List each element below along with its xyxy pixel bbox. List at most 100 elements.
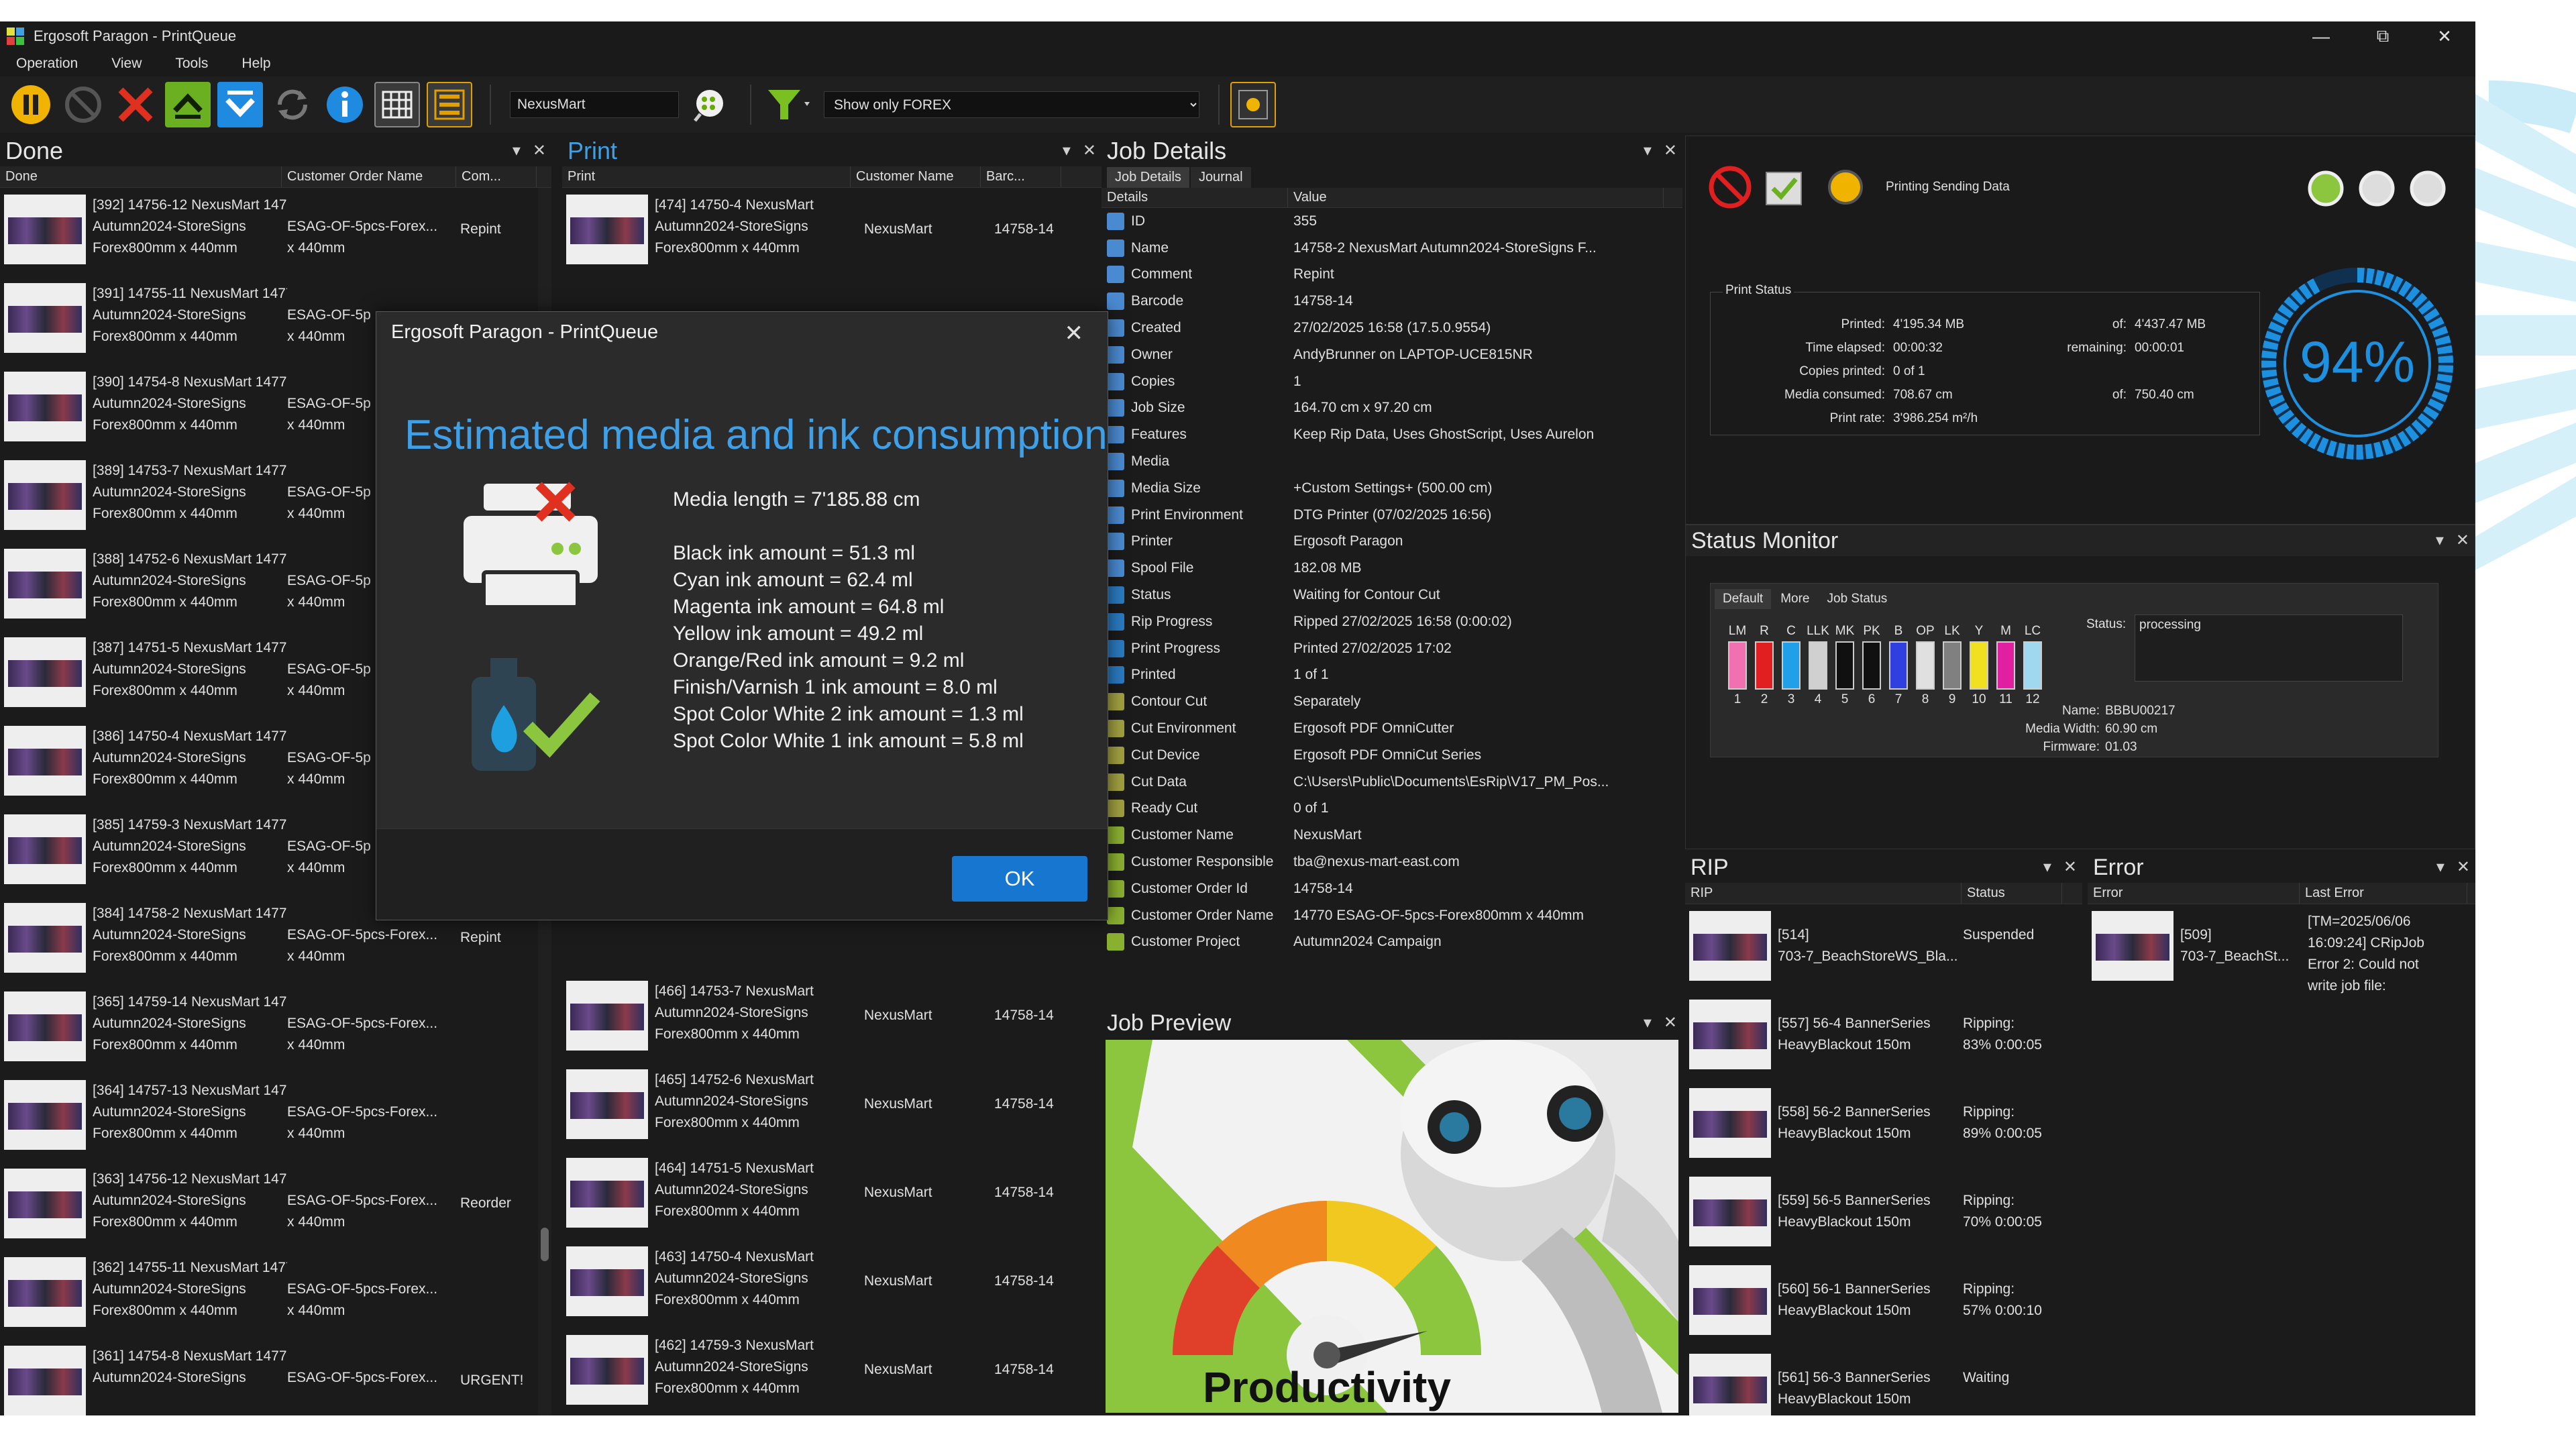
panel-menu-icon[interactable]: ▾ <box>1644 141 1652 160</box>
refresh-button[interactable] <box>270 82 315 127</box>
tab-more[interactable]: More <box>1772 589 1818 609</box>
print-row[interactable]: [463] 14750-4 NexusMart Autumn2024-StoreS… <box>562 1240 1102 1328</box>
col-rip[interactable]: RIP <box>1685 883 1962 904</box>
detail-row[interactable]: Contour Cut Separately <box>1102 688 1682 715</box>
panel-menu-icon[interactable]: ▾ <box>1644 1013 1652 1032</box>
rip-row[interactable]: [559] 56-5 BannerSeries HeavyBlackout 150… <box>1685 1170 2082 1258</box>
col-error[interactable]: Error <box>2088 883 2300 904</box>
panel-close-icon[interactable]: ✕ <box>1083 141 1096 160</box>
panel-menu-icon[interactable]: ▾ <box>513 141 521 160</box>
panel-menu-icon[interactable]: ▾ <box>2436 857 2445 877</box>
delete-button[interactable] <box>113 82 158 127</box>
done-row[interactable]: [392] 14756-12 NexusMart 14770 Autumn2024… <box>0 188 551 276</box>
col-comment[interactable]: Com... <box>456 166 537 187</box>
col-details[interactable]: Details <box>1102 188 1288 207</box>
tab-default[interactable]: Default <box>1715 589 1772 609</box>
detail-row[interactable]: Barcode 14758-14 <box>1102 288 1682 315</box>
detail-row[interactable]: Comment Repint <box>1102 262 1682 288</box>
done-row[interactable]: [363] 14756-12 NexusMart 14770 Autumn2024… <box>0 1162 551 1250</box>
print-row[interactable]: [474] 14750-4 NexusMart Autumn2024-StoreS… <box>562 188 1102 276</box>
col-status[interactable]: Status <box>1962 883 2062 904</box>
detail-row[interactable]: Print Progress Printed 27/02/2025 17:02 <box>1102 635 1682 662</box>
stop-icon[interactable] <box>1707 164 1753 210</box>
detail-row[interactable]: Customer Project Autumn2024 Campaign <box>1102 929 1682 956</box>
col-done[interactable]: Done <box>0 166 282 187</box>
panel-close-icon[interactable]: ✕ <box>2456 531 2469 550</box>
done-row[interactable]: [365] 14759-14 NexusMart 14770 Autumn2024… <box>0 985 551 1073</box>
detail-row[interactable]: Cut Environment Ergosoft PDF OmniCutter <box>1102 715 1682 742</box>
print-row[interactable]: [466] 14753-7 NexusMart Autumn2024-StoreS… <box>562 974 1102 1063</box>
menu-help[interactable]: Help <box>232 56 270 72</box>
calendar-check-icon[interactable] <box>1761 164 1807 210</box>
detail-row[interactable]: Ready Cut 0 of 1 <box>1102 796 1682 822</box>
menu-tools[interactable]: Tools <box>166 56 208 72</box>
search-options-button[interactable] <box>687 82 733 127</box>
tab-journal[interactable]: Journal <box>1190 167 1251 188</box>
panel-close-icon[interactable]: ✕ <box>1664 141 1677 160</box>
ok-button[interactable]: OK <box>952 856 1087 902</box>
rip-row[interactable]: [561] 56-3 BannerSeries HeavyBlackout 150… <box>1685 1347 2082 1415</box>
detail-row[interactable]: Customer Name NexusMart <box>1102 822 1682 849</box>
done-row[interactable]: [361] 14754-8 NexusMart 14770 Autumn2024-… <box>0 1339 551 1415</box>
rip-row[interactable]: [514] 703-7_BeachStoreWS_Bla... Suspended <box>1685 904 2082 993</box>
detail-row[interactable]: Cut Device Ergosoft PDF OmniCut Series <box>1102 742 1682 769</box>
search-input[interactable] <box>510 91 679 118</box>
menu-operation[interactable]: Operation <box>7 56 78 72</box>
detail-row[interactable]: Media <box>1102 448 1682 475</box>
detail-row[interactable]: Copies 1 <box>1102 368 1682 395</box>
detail-row[interactable]: Print Environment DTG Printer (07/02/2025… <box>1102 502 1682 529</box>
detail-row[interactable]: ID 355 <box>1102 208 1682 235</box>
panel-close-icon[interactable]: ✕ <box>533 141 546 160</box>
done-row[interactable]: [362] 14755-11 NexusMart 14770 Autumn2024… <box>0 1250 551 1339</box>
detail-row[interactable]: Customer Responsible tba@nexus-mart-east.… <box>1102 849 1682 875</box>
print-row[interactable]: [464] 14751-5 NexusMart Autumn2024-StoreS… <box>562 1151 1102 1240</box>
rip-row[interactable]: [557] 56-4 BannerSeries HeavyBlackout 150… <box>1685 993 2082 1081</box>
list-view-button[interactable] <box>427 82 472 127</box>
done-row[interactable]: [364] 14757-13 NexusMart 14770 Autumn2024… <box>0 1073 551 1162</box>
panel-menu-icon[interactable]: ▾ <box>2436 531 2444 550</box>
panel-close-icon[interactable]: ✕ <box>2457 857 2470 877</box>
tab-job-details[interactable]: Job Details <box>1107 167 1189 188</box>
detail-row[interactable]: Name 14758-2 NexusMart Autumn2024-StoreSi… <box>1102 235 1682 262</box>
detail-row[interactable]: Status Waiting for Contour Cut <box>1102 582 1682 608</box>
detail-row[interactable]: Cut Data C:\Users\Public\Documents\EsRip\… <box>1102 769 1682 796</box>
detail-row[interactable]: Features Keep Rip Data, Uses GhostScript,… <box>1102 421 1682 448</box>
col-customer-order-name[interactable]: Customer Order Name <box>282 166 456 187</box>
restore-button[interactable]: ⧉ <box>2352 21 2414 51</box>
panel-menu-icon[interactable]: ▾ <box>1063 141 1071 160</box>
detail-row[interactable]: Printed 1 of 1 <box>1102 662 1682 689</box>
print-row[interactable]: [465] 14752-6 NexusMart Autumn2024-StoreS… <box>562 1063 1102 1151</box>
status-textbox[interactable]: processing <box>2135 614 2403 682</box>
rip-row[interactable]: [558] 56-2 BannerSeries HeavyBlackout 150… <box>1685 1081 2082 1170</box>
detail-row[interactable]: Job Size 164.70 cm x 97.20 cm <box>1102 395 1682 422</box>
tab-job-status[interactable]: Job Status <box>1819 589 1896 609</box>
error-row[interactable]: [509] 703-7_BeachSt... [TM=2025/06/06 16… <box>2088 904 2475 1005</box>
minimize-button[interactable]: — <box>2290 21 2352 51</box>
disable-button[interactable] <box>60 82 106 127</box>
panel-close-icon[interactable]: ✕ <box>1664 1013 1677 1032</box>
detail-row[interactable]: Customer Order Id 14758-14 <box>1102 875 1682 902</box>
panel-close-icon[interactable]: ✕ <box>2063 857 2077 877</box>
col-customer-name[interactable]: Customer Name <box>851 166 981 187</box>
printer-status-button[interactable] <box>1230 82 1276 127</box>
col-value[interactable]: Value <box>1288 188 1664 207</box>
close-window-button[interactable]: ✕ <box>2414 21 2475 51</box>
detail-row[interactable]: Customer Order Name 14770 ESAG-OF-5pcs-Fo… <box>1102 902 1682 929</box>
detail-row[interactable]: Created 27/02/2025 16:58 (17.5.0.9554) <box>1102 315 1682 341</box>
detail-row[interactable]: Printer Ergosoft Paragon <box>1102 529 1682 555</box>
pause-button[interactable] <box>8 82 54 127</box>
detail-row[interactable]: Rip Progress Ripped 27/02/2025 16:58 (0:0… <box>1102 608 1682 635</box>
col-print[interactable]: Print <box>562 166 851 187</box>
move-down-button[interactable] <box>217 82 263 127</box>
rip-row[interactable]: [560] 56-1 BannerSeries HeavyBlackout 150… <box>1685 1258 2082 1347</box>
col-barcode[interactable]: Barc... <box>981 166 1061 187</box>
detail-row[interactable]: Media Size +Custom Settings+ (500.00 cm) <box>1102 475 1682 502</box>
info-button[interactable] <box>322 82 368 127</box>
menu-view[interactable]: View <box>102 56 142 72</box>
grid-view-button[interactable] <box>374 82 420 127</box>
detail-row[interactable]: Spool File 182.08 MB <box>1102 555 1682 582</box>
panel-menu-icon[interactable]: ▾ <box>2043 857 2051 877</box>
print-row[interactable]: [462] 14759-3 NexusMart Autumn2024-StoreS… <box>562 1328 1102 1415</box>
scrollbar-thumb[interactable] <box>541 1228 549 1261</box>
move-up-button[interactable] <box>165 82 211 127</box>
